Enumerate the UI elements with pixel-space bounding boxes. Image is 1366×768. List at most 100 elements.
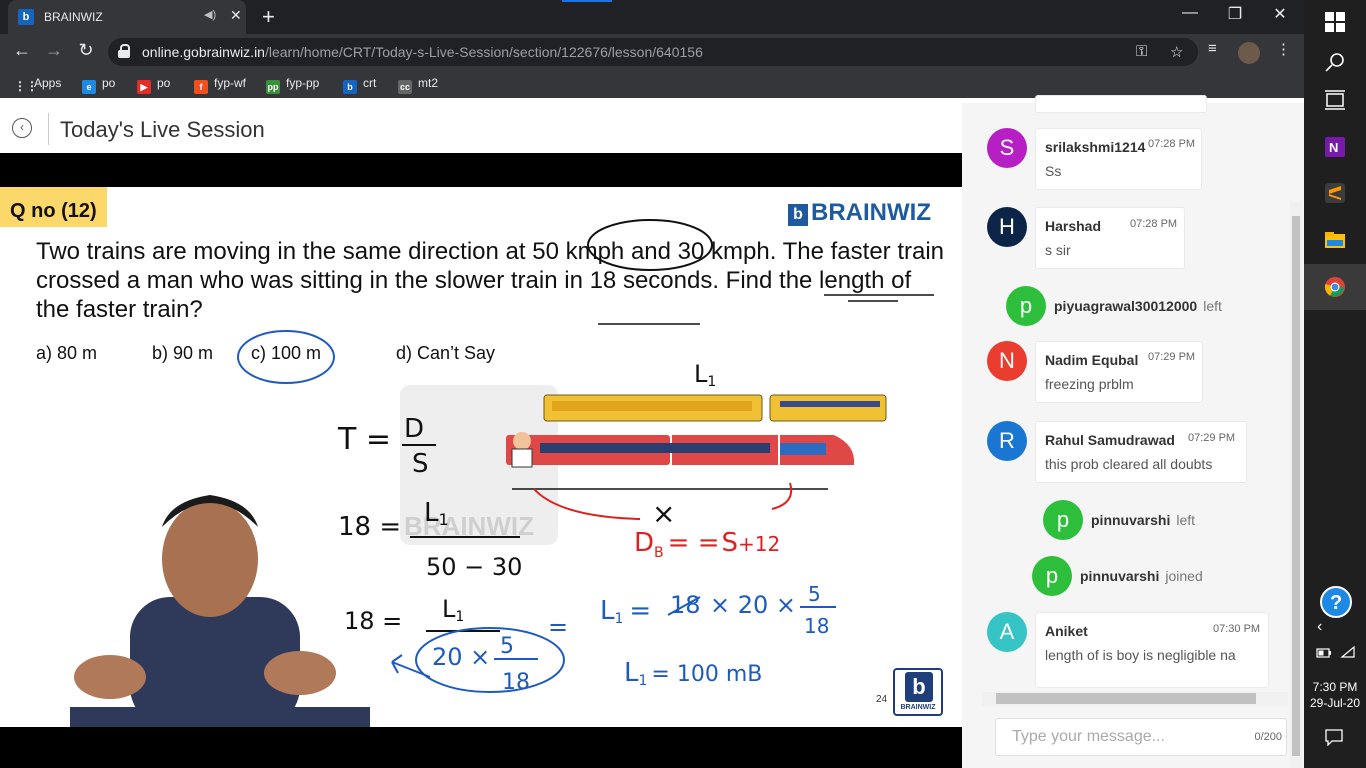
- hw-rhs2: L1 = 100 mB: [624, 658, 762, 689]
- search-icon[interactable]: [1323, 50, 1347, 74]
- bookmark-crt[interactable]: b crt: [343, 76, 376, 94]
- taskbar-clock[interactable]: 7:30 PM 29-Jul-20: [1304, 679, 1366, 711]
- chat-text: freezing prblm: [1045, 376, 1134, 392]
- chat-sender: Nadim Equbal: [1045, 352, 1139, 368]
- hw-x-mark: ×: [652, 497, 675, 530]
- bookmark-apps[interactable]: ⋮⋮Apps: [14, 76, 61, 93]
- star-icon[interactable]: ☆: [1170, 43, 1183, 61]
- browser-toolbar: ← → ↻ online.gobrainwiz.in/learn/home/CR…: [0, 34, 1304, 70]
- close-window-button[interactable]: ✕: [1260, 4, 1300, 24]
- url-text[interactable]: online.gobrainwiz.in/learn/home/CRT/Toda…: [142, 44, 703, 60]
- chat-time: 07:30 PM: [1213, 623, 1261, 635]
- chat-avatar: N: [987, 341, 1027, 381]
- sublime-icon[interactable]: [1323, 181, 1347, 205]
- onenote-icon[interactable]: N: [1323, 135, 1347, 159]
- back-icon[interactable]: ←: [10, 40, 34, 61]
- battery-icon[interactable]: [1316, 647, 1332, 659]
- chat-text: Ss: [1045, 163, 1062, 179]
- pp-icon: pp: [266, 80, 280, 94]
- chat-sender: Harshad: [1045, 218, 1102, 234]
- hw-equals: =: [548, 613, 568, 641]
- bookmark-mt2[interactable]: cc mt2: [398, 76, 438, 94]
- new-tab-button[interactable]: +: [262, 4, 275, 30]
- hw-t-eq: T =: [337, 422, 391, 457]
- page-header: ‹ Today's Live Session: [0, 103, 962, 153]
- chat-avatar: H: [987, 207, 1027, 247]
- chat-message: Aniket 07:30 PM length of is boy is negl…: [1035, 612, 1269, 688]
- hw-t-num: D: [404, 414, 424, 444]
- wifi-icon[interactable]: [1340, 645, 1356, 659]
- hw-l1-top: L1: [694, 360, 716, 390]
- bookmark-po-1[interactable]: e po: [82, 76, 115, 94]
- bookmark-fyp-pp[interactable]: pp fyp-pp: [266, 76, 319, 94]
- chat-text: s sir: [1045, 242, 1071, 258]
- notifications-icon[interactable]: [1324, 728, 1344, 746]
- chat-message: Nadim Equbal 07:29 PM freezing prblm: [1035, 341, 1203, 403]
- chat-message: Harshad 07:28 PM s sir: [1035, 207, 1185, 269]
- bookmark-po-2[interactable]: ▶ po: [137, 76, 170, 94]
- minimize-button[interactable]: —: [1170, 4, 1210, 22]
- message-field[interactable]: [1012, 728, 1232, 746]
- char-counter: 0/200: [1254, 731, 1282, 743]
- chat-avatar: p: [1032, 556, 1072, 596]
- windows-start-icon[interactable]: [1323, 10, 1347, 34]
- hw-red-d: DB = =S+12: [634, 528, 780, 561]
- address-bar[interactable]: online.gobrainwiz.in/learn/home/CRT/Toda…: [108, 38, 1198, 66]
- chat-time: 07:28 PM: [1148, 138, 1196, 150]
- chat-hscrollbar-thumb[interactable]: [996, 693, 1256, 704]
- profile-avatar[interactable]: [1238, 42, 1260, 64]
- chat-text: this prob cleared all doubts: [1045, 456, 1213, 472]
- hw-rhs1-frac-den: 18: [804, 614, 829, 638]
- edge-icon: e: [82, 80, 96, 94]
- chat-avatar: p: [1043, 500, 1083, 540]
- chat-sender: Rahul Samudrawad: [1045, 432, 1175, 448]
- windows-taskbar: N ? ‹: [1304, 0, 1366, 768]
- chat-bubble-top-partial: [1035, 95, 1207, 113]
- figma-icon: f: [194, 80, 208, 94]
- chat-panel: S srilakshmi1214 07:28 PM Ss H Harshad 0…: [962, 95, 1304, 768]
- hw-eq1-den: 50 − 30: [426, 553, 522, 581]
- chat-scrollbar-thumb[interactable]: [1292, 216, 1300, 756]
- chat-sender: srilakshmi1214: [1045, 139, 1146, 155]
- chat-system-event: pinnuvarshi left: [1091, 512, 1196, 528]
- media-control-icon[interactable]: ≡: [1208, 40, 1217, 57]
- chat-avatar: A: [987, 612, 1027, 652]
- youtube-icon: ▶: [137, 80, 151, 94]
- presenter-video: [70, 495, 370, 727]
- chat-time: 07:29 PM: [1148, 351, 1196, 363]
- tab-title: BRAINWIZ: [44, 10, 103, 24]
- task-view-icon[interactable]: [1323, 88, 1347, 112]
- clock-time: 7:30 PM: [1312, 680, 1358, 694]
- chrome-icon[interactable]: [1323, 275, 1347, 299]
- tab-audio-icon[interactable]: ◀︎): [204, 8, 216, 21]
- help-icon[interactable]: ?: [1319, 585, 1353, 619]
- bookmarks-bar: ⋮⋮Apps e po ▶ po f fyp-wf pp fyp-pp b crt cc m…: [0, 70, 1304, 98]
- corner-logo: b BRAINWIZ: [893, 668, 943, 716]
- chat-message-input[interactable]: 0/200: [995, 718, 1287, 756]
- maximize-button[interactable]: ❐: [1215, 4, 1255, 24]
- key-icon[interactable]: ⚿: [1136, 43, 1147, 60]
- forward-icon[interactable]: →: [42, 40, 66, 61]
- chat-sender: Aniket: [1045, 623, 1088, 639]
- header-divider: [48, 113, 49, 145]
- tray-chevron-icon[interactable]: ‹: [1317, 618, 1322, 636]
- tab-close-icon[interactable]: ✕: [230, 7, 242, 24]
- hw-rhs1-frac-num: 5: [808, 582, 821, 606]
- chat-text: length of is boy is negligible na: [1045, 647, 1236, 663]
- chat-message: srilakshmi1214 07:28 PM Ss: [1035, 128, 1202, 190]
- bookmark-fyp-wf[interactable]: f fyp-wf: [194, 76, 246, 94]
- brainwiz-icon: b: [343, 80, 357, 94]
- reload-icon[interactable]: ↻: [74, 40, 98, 61]
- back-circle-icon[interactable]: ‹: [12, 118, 32, 138]
- svg-text:?: ?: [1330, 592, 1342, 614]
- file-explorer-icon[interactable]: [1323, 228, 1347, 252]
- hw-eq2-frac-den: 18: [502, 670, 530, 695]
- menu-icon[interactable]: ⋮: [1276, 40, 1291, 58]
- chat-system-event: pinnuvarshi joined: [1080, 568, 1203, 584]
- hw-rhs1-mid: × 20 ×: [710, 591, 796, 619]
- hw-eq2-circled: 20 ×: [432, 643, 490, 671]
- chat-system-event: piyuagrawal30012000 left: [1054, 298, 1222, 314]
- browser-tab[interactable]: b BRAINWIZ ◀︎) ✕: [8, 0, 246, 34]
- video-player[interactable]: Q no (12) b BRAINWIZ Two trains are movin…: [0, 153, 962, 768]
- lock-icon[interactable]: [118, 44, 130, 58]
